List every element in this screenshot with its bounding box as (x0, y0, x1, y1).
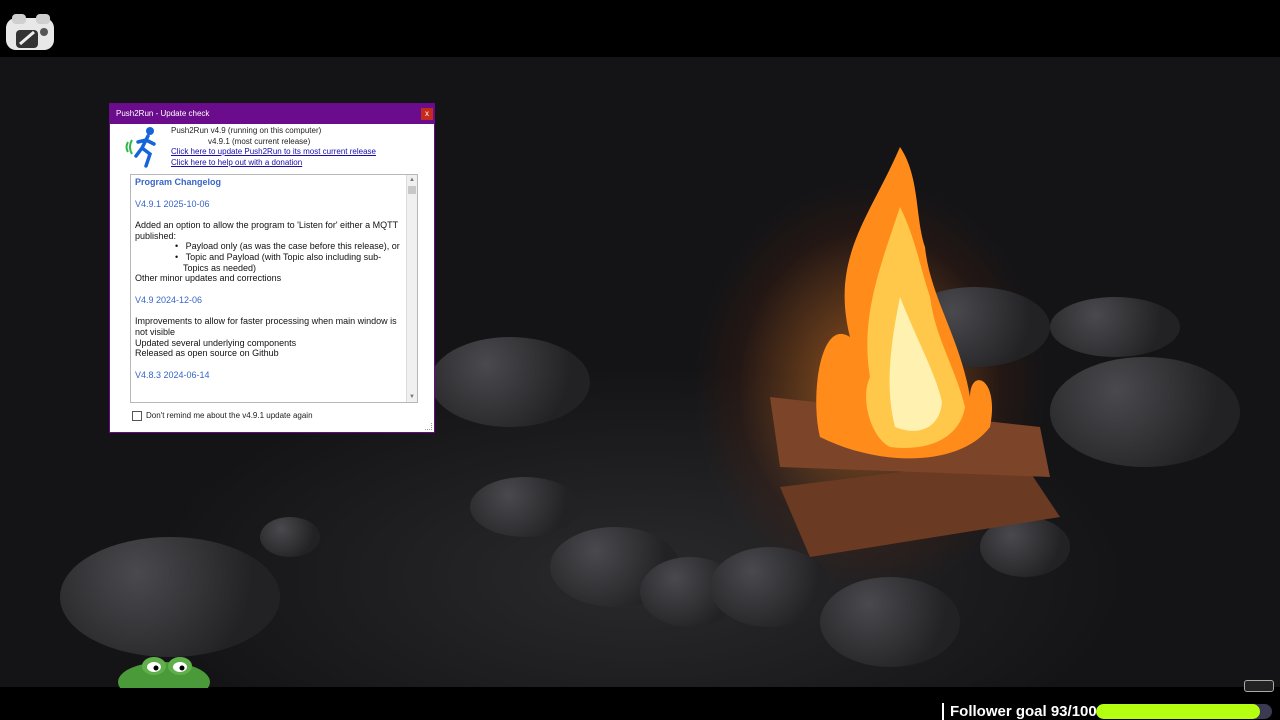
rock (260, 517, 320, 557)
scroll-up-arrow-icon[interactable]: ▲ (407, 175, 417, 185)
running-man-with-sound-waves-icon (125, 127, 156, 168)
current-version-text: Push2Run v4.9 (running on this computer) (171, 126, 322, 135)
changelog-bullet: • Topic and Payload (with Topic also inc… (175, 251, 382, 273)
changelog-scrollbar[interactable]: ▲ ▼ (406, 175, 417, 402)
rock (430, 337, 590, 427)
dont-remind-checkbox[interactable] (132, 411, 142, 421)
update-link[interactable]: Click here to update Push2Run to its mos… (171, 147, 376, 158)
changelog-bullet: • Payload only (as was the case before t… (175, 241, 400, 252)
scrollbar-thumb[interactable] (408, 186, 416, 194)
reminder-option[interactable]: Don't remind me about the v4.9.1 update … (132, 411, 313, 421)
rock (60, 537, 280, 657)
changelog-text: Improvements to allow for faster process… (135, 316, 397, 337)
update-check-dialog: Push2Run - Update check x Push2Run v4.9 … (110, 104, 434, 432)
close-button[interactable]: x (421, 108, 433, 120)
changelog-bullet-text: Topic and Payload (with Topic also inclu… (183, 251, 382, 273)
scroll-down-arrow-icon[interactable]: ▼ (407, 392, 417, 402)
follower-goal-label: Follower goal 93/100 (950, 703, 1097, 720)
version-info: Push2Run v4.9 (running on this computer)… (171, 126, 376, 168)
follower-goal-progress (1096, 704, 1272, 719)
follower-goal-progress-fill (1096, 704, 1260, 719)
cartoon-face-logo-icon (6, 14, 54, 50)
changelog-version: V4.8.3 2024-06-14 (135, 369, 210, 380)
changelog-version: V4.9 2024-12-06 (135, 294, 203, 305)
changelog-text: Other minor updates and corrections (135, 273, 282, 284)
rock (710, 547, 830, 627)
dialog-titlebar[interactable]: Push2Run - Update check x (110, 104, 434, 124)
campfire-flames (770, 147, 1060, 557)
changelog-text: Added an option to allow the program to … (135, 220, 398, 241)
latest-version-text: v4.9.1 (most current release) (208, 136, 311, 146)
rock (470, 477, 580, 537)
changelog-title: Program Changelog (135, 177, 222, 187)
donate-link[interactable]: Click here to help out with a donation (171, 158, 376, 169)
top-black-bar (0, 0, 1280, 57)
corner-badge-icon (1244, 680, 1274, 692)
dialog-title: Push2Run - Update check (116, 109, 210, 118)
changelog-content: Program Changelog V4.9.1 2025-10-06 Adde… (131, 175, 417, 380)
changelog-bullet-text: Payload only (as was the case before thi… (185, 241, 400, 252)
green-frog-mascot-icon (118, 657, 210, 688)
changelog-version: V4.9.1 2025-10-06 (135, 198, 210, 209)
resize-grip-icon[interactable] (425, 423, 432, 430)
changelog-text: Updated several underlying components (135, 337, 297, 348)
changelog-panel[interactable]: Program Changelog V4.9.1 2025-10-06 Adde… (130, 174, 418, 403)
changelog-text: Released as open source on Github (135, 348, 279, 359)
rock (820, 577, 960, 667)
goal-separator (942, 703, 944, 720)
dont-remind-label[interactable]: Don't remind me about the v4.9.1 update … (146, 411, 313, 421)
